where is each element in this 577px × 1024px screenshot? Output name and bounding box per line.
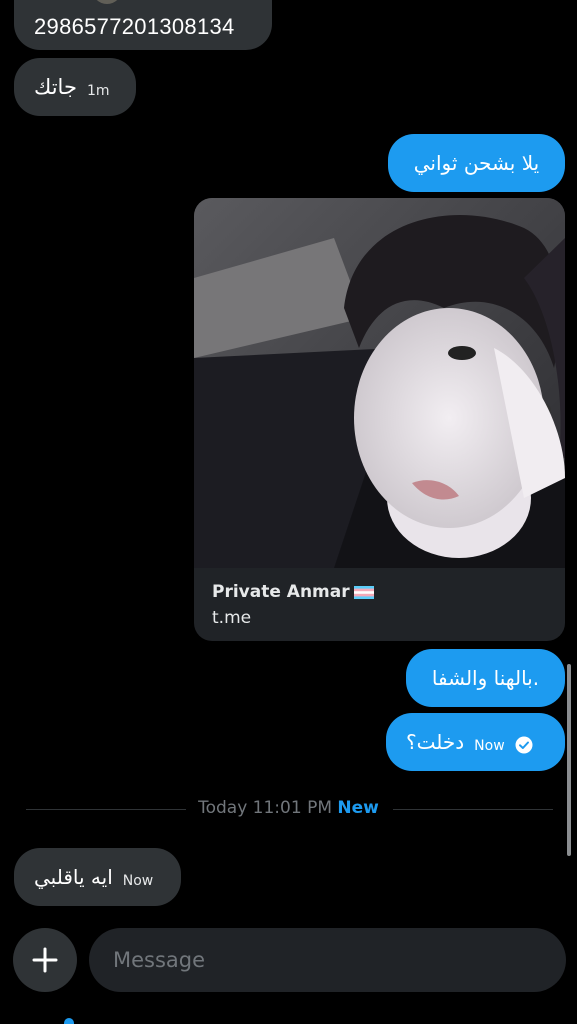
message-placeholder: Message — [113, 948, 206, 972]
seen-check-icon — [515, 736, 533, 754]
link-preview-card[interactable]: Private Anmar t.me — [194, 198, 565, 641]
scrollbar[interactable] — [567, 664, 571, 856]
message-timestamp: Now — [122, 873, 154, 889]
outgoing-message[interactable]: دخلت؟ Now — [386, 713, 565, 771]
message-text: دخلت؟ — [406, 730, 465, 754]
outgoing-message[interactable]: بالهنا والشفا. — [406, 649, 565, 707]
incoming-message[interactable]: جاتك 1m — [14, 58, 136, 116]
outgoing-message[interactable]: يلا بشحن ثواني — [388, 134, 565, 192]
message-timestamp: 1m — [86, 83, 110, 99]
incoming-message[interactable]: 2986577201308134 — [14, 0, 272, 50]
bottom-nav-icon[interactable] — [64, 1018, 74, 1024]
message-text: يلا بشحن ثواني — [413, 151, 540, 175]
message-text: جاتك — [34, 75, 77, 99]
divider-date: Today 11:01 PM — [198, 798, 332, 818]
plus-icon — [32, 947, 58, 973]
message-text: ايه ياقلبي — [34, 865, 113, 889]
preview-photo — [194, 198, 565, 568]
trans-flag-icon — [353, 585, 374, 599]
incoming-message[interactable]: ايه ياقلبي Now — [14, 848, 181, 906]
message-input[interactable]: Message — [89, 928, 566, 992]
date-divider: Today 11:01 PM New — [0, 798, 577, 818]
link-preview-title: Private Anmar — [212, 582, 374, 602]
message-timestamp: Now — [474, 738, 505, 754]
link-preview-image — [194, 198, 565, 568]
add-attachment-button[interactable] — [13, 928, 77, 992]
message-text: 2986577201308134 — [34, 14, 235, 39]
link-preview-domain: t.me — [212, 608, 252, 628]
new-label: New — [337, 798, 379, 818]
message-text: بالهنا والشفا. — [431, 666, 540, 690]
